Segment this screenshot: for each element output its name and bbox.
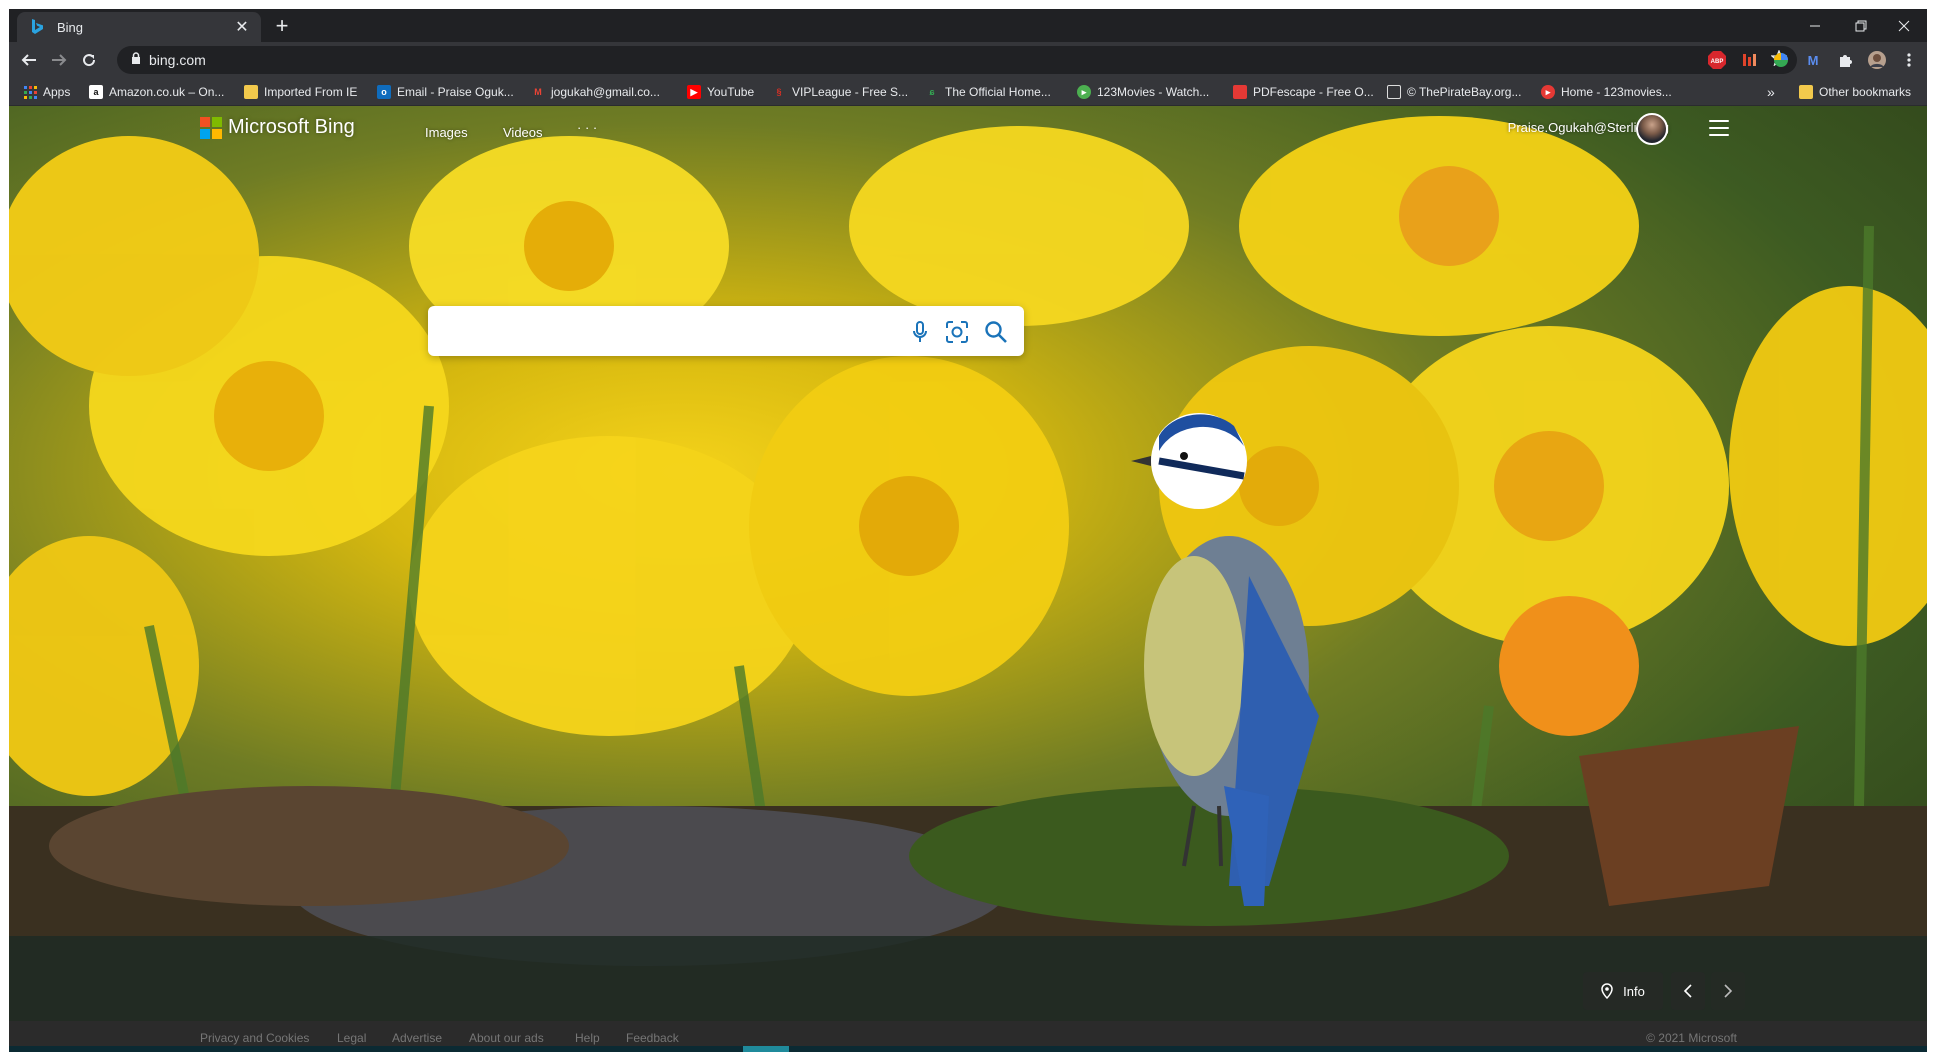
bookmark-amazon[interactable]: a Amazon.co.uk – On... — [89, 82, 224, 102]
bookmark-123movies[interactable]: ▸ 123Movies - Watch... — [1077, 82, 1209, 102]
browser-toolbar: bing.com ABP M — [9, 42, 1927, 78]
profile-avatar-icon[interactable] — [1865, 48, 1889, 72]
bookmark-apps[interactable]: Apps — [23, 82, 70, 102]
info-button[interactable]: Info — [1583, 972, 1663, 1010]
search-icon[interactable] — [983, 319, 1009, 345]
bookmarks-overflow-button[interactable]: » — [1767, 82, 1775, 102]
bookmark-official-home[interactable]: ɕ The Official Home... — [925, 82, 1051, 102]
bing-footer: Privacy and Cookies Legal Advertise Abou… — [9, 1021, 1927, 1052]
tab-title: Bing — [57, 19, 84, 35]
restore-icon[interactable] — [1838, 9, 1884, 42]
microsoft-logo-icon — [200, 116, 222, 139]
pdf-icon — [1233, 85, 1247, 99]
bookmark-label: The Official Home... — [945, 85, 1051, 99]
url-text: bing.com — [149, 52, 206, 68]
background-image — [9, 106, 1927, 1021]
menu-kebab-icon[interactable] — [1897, 48, 1921, 72]
bookmark-label: © ThePirateBay.org... — [1407, 85, 1522, 99]
ext-blue-m-icon[interactable]: M — [1801, 48, 1825, 72]
bookmark-label: VIPLeague - Free S... — [792, 85, 909, 99]
leaf-icon: ɕ — [929, 87, 935, 97]
bookmark-label: Imported From IE — [264, 85, 358, 99]
bookmark-label: Apps — [43, 85, 71, 99]
previous-image-icon[interactable] — [1671, 972, 1705, 1010]
play-red-icon: ▸ — [1541, 85, 1555, 99]
next-image-icon[interactable] — [1711, 972, 1745, 1010]
new-tab-button[interactable]: + — [268, 13, 296, 41]
footer-link-feedback[interactable]: Feedback — [626, 1031, 679, 1045]
footer-link-help[interactable]: Help — [575, 1031, 600, 1045]
play-icon: ▸ — [1077, 85, 1091, 99]
nav-images[interactable]: Images — [425, 125, 468, 140]
back-arrow-icon[interactable] — [15, 46, 43, 74]
footer-link-advertise[interactable]: Advertise — [392, 1031, 442, 1045]
browser-window: Bing ✕ + bing.com ABP M Apps a Amazon.co… — [9, 9, 1927, 1052]
bookmark-label: Other bookmarks — [1819, 85, 1912, 99]
amazon-icon: a — [89, 85, 103, 99]
bookmark-pdfescape[interactable]: PDFescape - Free O... — [1233, 82, 1374, 102]
outlook-icon: o — [377, 85, 391, 99]
bookmark-piratebay[interactable]: © ThePirateBay.org... — [1387, 82, 1521, 102]
nav-more-icon[interactable]: · · · — [577, 120, 597, 135]
bookmark-email[interactable]: o Email - Praise Oguk... — [377, 82, 514, 102]
ext-red-icon[interactable] — [1737, 48, 1761, 72]
abp-icon[interactable]: ABP — [1705, 48, 1729, 72]
user-avatar[interactable] — [1636, 113, 1668, 145]
bookmark-label: YouTube — [707, 85, 755, 99]
bookmark-label: Email - Praise Oguk... — [397, 85, 514, 99]
copyright-text: © 2021 Microsoft — [1646, 1031, 1737, 1045]
bing-logo[interactable]: Microsoft Bing — [200, 116, 355, 139]
bookmark-youtube[interactable]: ▶ YouTube — [687, 82, 754, 102]
logo-text: Microsoft Bing — [228, 116, 355, 138]
bookmark-gmail[interactable]: M jogukah@gmail.co... — [531, 82, 660, 102]
folder-icon — [1799, 85, 1813, 99]
address-bar[interactable]: bing.com — [117, 46, 1797, 74]
bookmark-home-123movies[interactable]: ▸ Home - 123movies... — [1541, 82, 1672, 102]
hamburger-menu-icon[interactable] — [1707, 118, 1731, 138]
visual-search-icon[interactable] — [944, 319, 970, 345]
bookmark-vipleague[interactable]: § VIPLeague - Free S... — [772, 82, 908, 102]
bookmark-label: 123Movies - Watch... — [1097, 85, 1210, 99]
bing-favicon-icon — [29, 19, 45, 35]
bookmark-other-bookmarks[interactable]: Other bookmarks — [1799, 82, 1911, 102]
gmail-icon: M — [534, 87, 542, 97]
bing-header: Microsoft Bing Images Videos · · · Prais… — [9, 106, 1927, 156]
puzzle-icon[interactable] — [1833, 48, 1857, 72]
microphone-icon[interactable] — [907, 319, 933, 345]
bookmark-label: PDFescape - Free O... — [1253, 85, 1374, 99]
location-pin-icon — [1601, 983, 1613, 999]
bookmark-label: Amazon.co.uk – On... — [109, 85, 225, 99]
search-input[interactable] — [444, 316, 904, 346]
lock-icon — [131, 51, 141, 69]
bookmarks-bar: Apps a Amazon.co.uk – On... Imported Fro… — [9, 78, 1927, 106]
nav-videos[interactable]: Videos — [503, 125, 543, 140]
ext-multicolor-icon[interactable] — [1769, 48, 1793, 72]
apps-grid-icon — [23, 85, 37, 99]
reload-icon[interactable] — [75, 46, 103, 74]
tab-strip: Bing ✕ + — [9, 9, 1927, 42]
footer-link-about-ads[interactable]: About our ads — [469, 1031, 544, 1045]
taskbar-strip — [9, 1046, 1927, 1052]
close-window-icon[interactable] — [1881, 9, 1927, 42]
forward-arrow-icon[interactable] — [45, 46, 73, 74]
bookmark-imported-from-ie[interactable]: Imported From IE — [244, 82, 357, 102]
folder-icon — [244, 85, 258, 99]
svg-text:ABP: ABP — [1711, 59, 1724, 65]
svg-text:M: M — [1808, 53, 1819, 68]
info-label: Info — [1623, 983, 1645, 999]
bookmark-label: Home - 123movies... — [1561, 85, 1672, 99]
vipleague-icon: § — [776, 87, 782, 97]
minimize-icon[interactable] — [1792, 9, 1838, 42]
footer-link-privacy[interactable]: Privacy and Cookies — [200, 1031, 309, 1045]
youtube-icon: ▶ — [687, 85, 701, 99]
search-box — [428, 306, 1024, 356]
tab-bing[interactable]: Bing ✕ — [17, 12, 261, 42]
footer-link-legal[interactable]: Legal — [337, 1031, 366, 1045]
bookmark-label: jogukah@gmail.co... — [551, 85, 660, 99]
tab-close-icon[interactable]: ✕ — [233, 17, 251, 37]
bing-homepage: Microsoft Bing Images Videos · · · Prais… — [9, 106, 1927, 1052]
monitor-icon — [1387, 85, 1401, 99]
